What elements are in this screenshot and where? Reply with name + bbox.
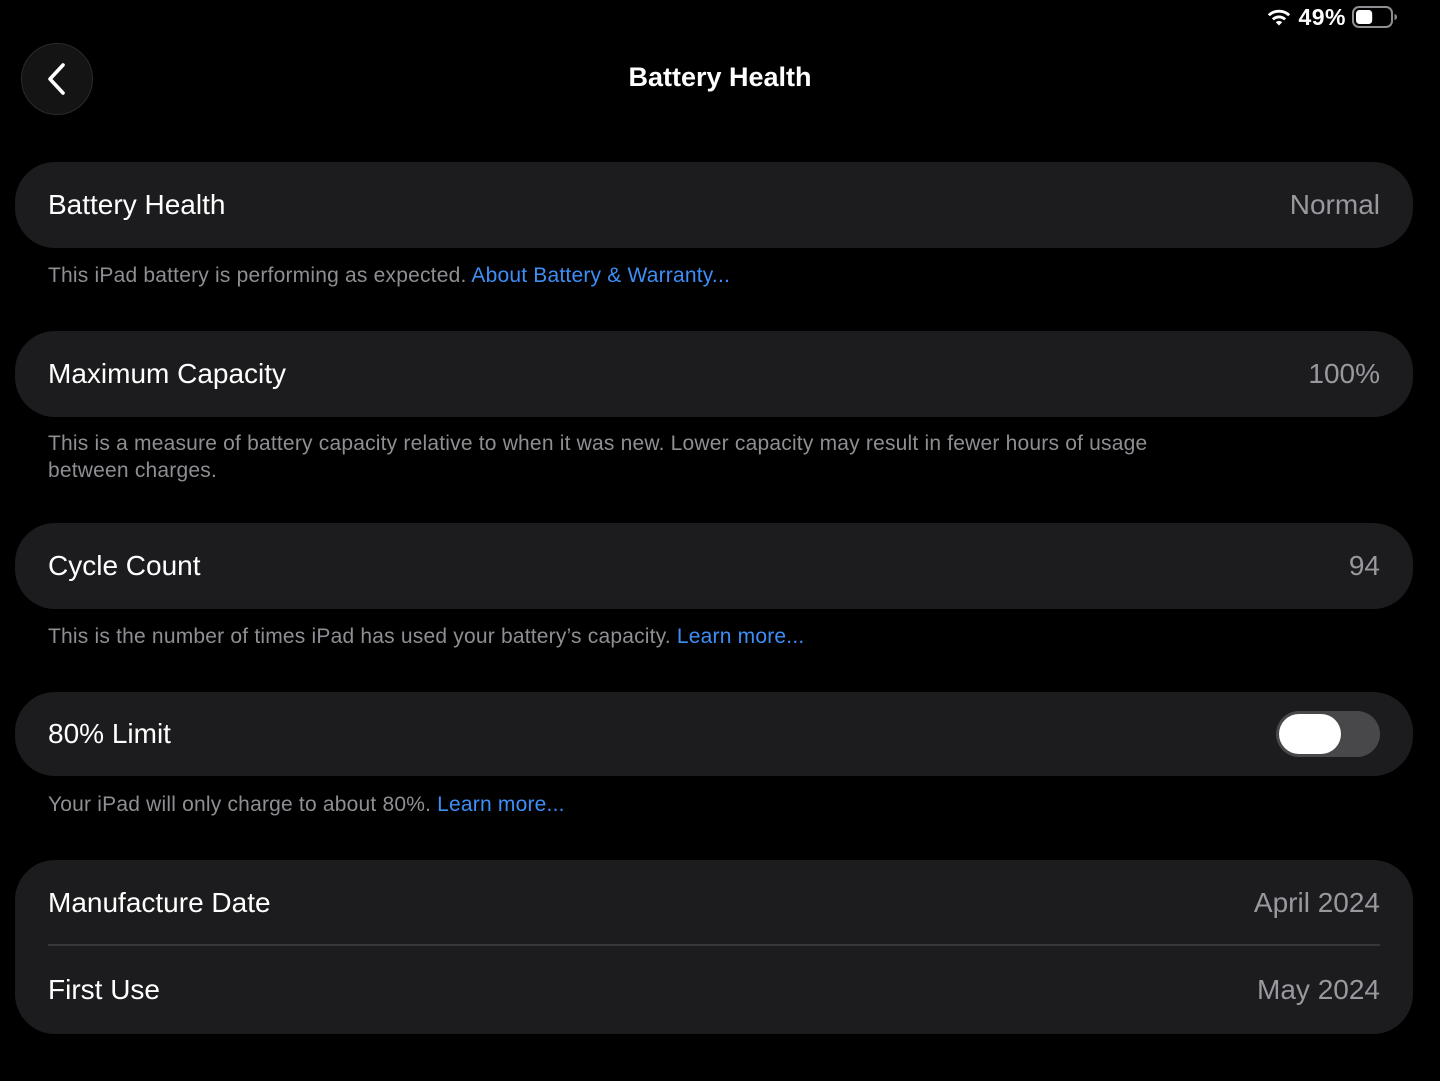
battery-health-cell: Battery Health Normal (15, 162, 1413, 248)
cycle-count-value: 94 (1348, 550, 1380, 581)
battery-health-footer: This iPad battery is performing as expec… (48, 262, 1228, 289)
status-bar: 49% (1266, 2, 1398, 32)
battery-health-row: Battery Health Normal (15, 162, 1413, 248)
maximum-capacity-footer-text: This is a measure of battery capacity re… (48, 432, 1148, 482)
limit-80-row: 80% Limit (15, 692, 1413, 776)
battery-health-footer-text: This iPad battery is performing as expec… (48, 264, 472, 287)
cycle-count-label: Cycle Count (48, 550, 201, 581)
limit-80-footer: Your iPad will only charge to about 80%.… (48, 791, 1228, 818)
manufacture-date-label: Manufacture Date (48, 887, 271, 918)
maximum-capacity-row: Maximum Capacity 100% (15, 331, 1413, 417)
cycle-count-footer: This is the number of times iPad has use… (48, 623, 1228, 650)
maximum-capacity-value: 100% (1308, 358, 1380, 389)
toggle-knob (1279, 714, 1341, 754)
first-use-row: First Use May 2024 (15, 946, 1413, 1034)
cycle-count-cell: Cycle Count 94 (15, 523, 1413, 609)
maximum-capacity-cell: Maximum Capacity 100% (15, 331, 1413, 417)
battery-icon (1352, 6, 1397, 28)
wifi-icon (1268, 9, 1291, 26)
page-title: Battery Health (628, 62, 812, 92)
cycle-count-row: Cycle Count 94 (15, 523, 1413, 609)
manufacture-date-row: Manufacture Date April 2024 (15, 860, 1413, 946)
about-battery-warranty-link[interactable]: About Battery & Warranty... (471, 264, 730, 287)
limit-80-toggle[interactable] (1276, 711, 1380, 757)
limit-80-footer-text: Your iPad will only charge to about 80%. (48, 793, 438, 816)
maximum-capacity-footer: This is a measure of battery capacity re… (48, 430, 1228, 484)
maximum-capacity-label: Maximum Capacity (48, 358, 287, 389)
first-use-label: First Use (48, 974, 160, 1005)
battery-health-value: Normal (1289, 189, 1380, 220)
battery-health-label: Battery Health (48, 189, 226, 220)
manufacture-date-value: April 2024 (1253, 887, 1380, 918)
first-use-value: May 2024 (1257, 974, 1380, 1005)
cycle-count-footer-text: This is the number of times iPad has use… (48, 625, 677, 648)
battery-percentage: 49% (1298, 3, 1346, 30)
limit-80-cell: 80% Limit (15, 692, 1413, 776)
dates-cell: Manufacture Date April 2024 First Use Ma… (15, 860, 1413, 1034)
limit-80-label: 80% Limit (48, 718, 171, 749)
cycle-count-learn-more-link[interactable]: Learn more... (677, 625, 805, 648)
limit-80-learn-more-link[interactable]: Learn more... (437, 793, 565, 816)
battery-health-screen: 49% Battery Health Battery Health Normal… (0, 0, 1440, 1081)
